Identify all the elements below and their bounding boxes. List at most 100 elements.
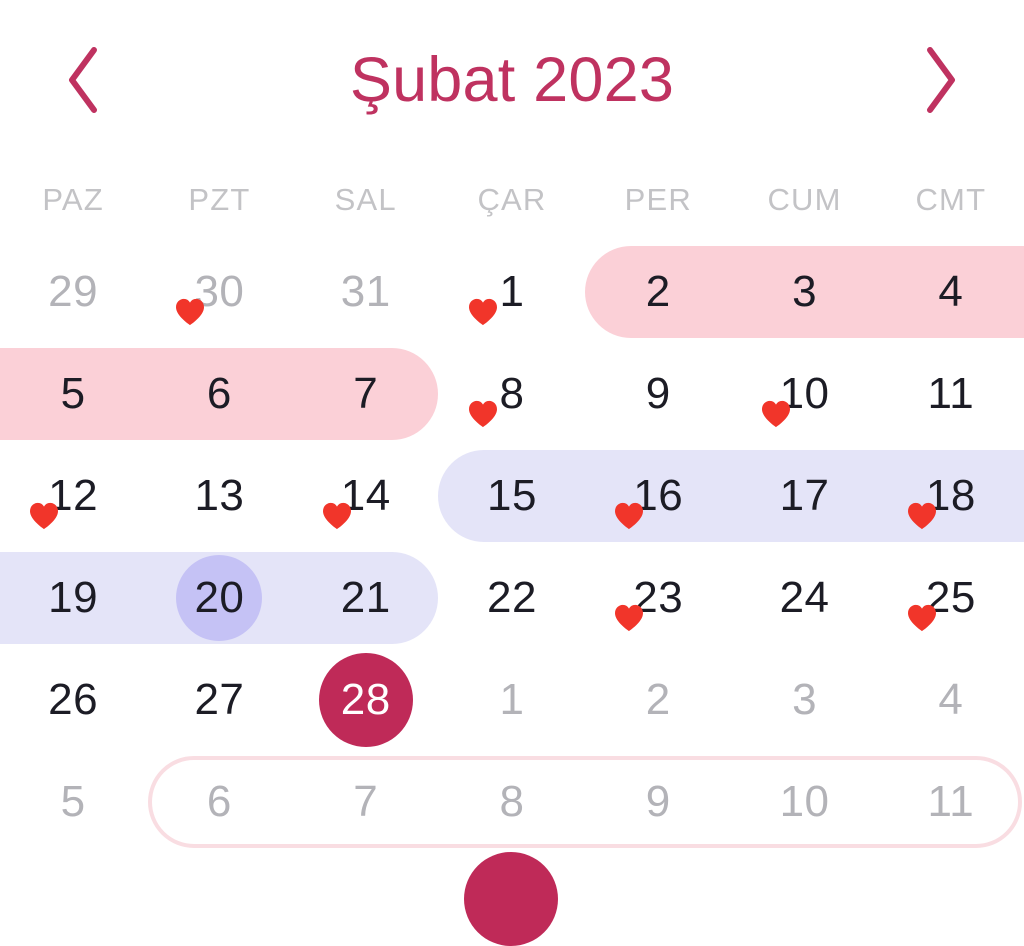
next-month-button[interactable] <box>902 42 978 118</box>
calendar-grid: 29 30 31 1 2 3 4 5 6 7 8 9 10 11 12 13 14 15 16 17 18 19 20 21 2… <box>0 241 1024 868</box>
day-cell-7[interactable]: 7 <box>293 751 439 853</box>
day-number: 12 <box>48 471 99 520</box>
heart-icon <box>468 400 498 428</box>
weekday-label-0: PAZ <box>42 182 104 217</box>
day-cell-4[interactable]: 4 <box>878 649 1024 751</box>
day-cell-4[interactable]: 4 <box>878 241 1024 343</box>
day-cell-12[interactable]: 12 <box>0 445 146 547</box>
day-number: 25 <box>925 573 976 622</box>
day-cell-13[interactable]: 13 <box>146 445 292 547</box>
week-row: 29 30 31 1 2 3 4 <box>0 241 1024 343</box>
week-day-grid: 12 13 14 15 16 17 18 <box>0 445 1024 547</box>
day-cell-15[interactable]: 15 <box>439 445 585 547</box>
day-number: 14 <box>340 471 391 520</box>
prev-month-button[interactable] <box>46 42 122 118</box>
day-cell-24[interactable]: 24 <box>731 547 877 649</box>
day-number: 13 <box>194 471 245 520</box>
day-cell-10[interactable]: 10 <box>731 343 877 445</box>
day-cell-23[interactable]: 23 <box>585 547 731 649</box>
day-number: 5 <box>60 777 86 826</box>
day-cell-30[interactable]: 30 <box>146 241 292 343</box>
weekday-label-6: CMT <box>915 182 987 217</box>
day-number: 24 <box>779 573 830 622</box>
week-row: 12 13 14 15 16 17 18 <box>0 445 1024 547</box>
day-cell-16[interactable]: 16 <box>585 445 731 547</box>
calendar-app: Şubat 2023 PAZ PZT SAL ÇAR PER CUM CMT 29 30 31 1… <box>0 0 1024 946</box>
day-cell-25[interactable]: 25 <box>878 547 1024 649</box>
week-day-grid: 5 6 7 8 9 10 11 <box>0 343 1024 445</box>
day-cell-2[interactable]: 2 <box>585 241 731 343</box>
day-cell-6[interactable]: 6 <box>146 343 292 445</box>
week-row: 26 27 28 1 2 3 4 <box>0 649 1024 751</box>
week-row: 5 6 7 8 9 10 11 <box>0 751 1024 853</box>
day-cell-28[interactable]: 28 <box>293 649 439 751</box>
day-number: 2 <box>645 675 671 724</box>
week-day-grid: 19 20 21 22 23 24 25 <box>0 547 1024 649</box>
week-day-grid: 26 27 28 1 2 3 4 <box>0 649 1024 751</box>
day-cell-11[interactable]: 11 <box>878 751 1024 853</box>
day-cell-9[interactable]: 9 <box>585 751 731 853</box>
day-cell-29[interactable]: 29 <box>0 241 146 343</box>
day-number: 21 <box>340 573 391 622</box>
day-number: 9 <box>645 369 671 418</box>
day-cell-21[interactable]: 21 <box>293 547 439 649</box>
day-cell-1[interactable]: 1 <box>439 649 585 751</box>
day-cell-17[interactable]: 17 <box>731 445 877 547</box>
day-cell-18[interactable]: 18 <box>878 445 1024 547</box>
month-title: Şubat 2023 <box>349 44 675 115</box>
weekday-label-1: PZT <box>188 182 251 217</box>
week-day-grid: 5 6 7 8 9 10 11 <box>0 751 1024 853</box>
day-cell-3[interactable]: 3 <box>731 649 877 751</box>
day-cell-3[interactable]: 3 <box>731 241 877 343</box>
day-number: 20 <box>194 573 245 622</box>
day-cell-14[interactable]: 14 <box>293 445 439 547</box>
day-cell-27[interactable]: 27 <box>146 649 292 751</box>
day-number: 26 <box>48 675 99 724</box>
day-number: 23 <box>633 573 684 622</box>
weekday-label-3: ÇAR <box>477 182 547 217</box>
day-cell-6[interactable]: 6 <box>146 751 292 853</box>
day-number: 7 <box>353 777 379 826</box>
heart-icon <box>468 298 498 326</box>
day-number: 7 <box>353 369 379 418</box>
day-cell-8[interactable]: 8 <box>439 343 585 445</box>
day-number: 18 <box>925 471 976 520</box>
day-number: 30 <box>194 267 245 316</box>
day-number: 17 <box>779 471 830 520</box>
weekday-label-2: SAL <box>334 182 397 217</box>
day-cell-5[interactable]: 5 <box>0 751 146 853</box>
week-row: 19 20 21 22 23 24 25 <box>0 547 1024 649</box>
week-day-grid: 29 30 31 1 2 3 4 <box>0 241 1024 343</box>
day-cell-9[interactable]: 9 <box>585 343 731 445</box>
day-number: 22 <box>487 573 537 622</box>
day-cell-7[interactable]: 7 <box>293 343 439 445</box>
day-number: 3 <box>792 675 818 724</box>
calendar-header: Şubat 2023 <box>0 0 1024 160</box>
day-number: 6 <box>206 777 232 826</box>
day-cell-26[interactable]: 26 <box>0 649 146 751</box>
day-number: 9 <box>645 777 671 826</box>
day-cell-1[interactable]: 1 <box>439 241 585 343</box>
week-row: 5 6 7 8 9 10 11 <box>0 343 1024 445</box>
day-cell-19[interactable]: 19 <box>0 547 146 649</box>
day-number: 8 <box>499 369 525 418</box>
weekday-label-5: CUM <box>767 182 842 217</box>
day-number: 4 <box>938 267 964 316</box>
day-cell-10[interactable]: 10 <box>731 751 877 853</box>
day-number: 16 <box>633 471 684 520</box>
day-cell-5[interactable]: 5 <box>0 343 146 445</box>
day-cell-31[interactable]: 31 <box>293 241 439 343</box>
day-cell-2[interactable]: 2 <box>585 649 731 751</box>
day-number: 1 <box>499 267 525 316</box>
day-cell-11[interactable]: 11 <box>878 343 1024 445</box>
weekday-header-row: PAZ PZT SAL ÇAR PER CUM CMT <box>0 163 1024 237</box>
day-number: 11 <box>927 369 975 418</box>
day-cell-8[interactable]: 8 <box>439 751 585 853</box>
day-cell-20[interactable]: 20 <box>146 547 292 649</box>
day-number: 2 <box>645 267 671 316</box>
day-number: 15 <box>487 471 537 520</box>
day-number: 5 <box>60 369 86 418</box>
day-cell-22[interactable]: 22 <box>439 547 585 649</box>
bottom-peek-marker <box>464 852 558 946</box>
day-number: 28 <box>340 675 391 724</box>
